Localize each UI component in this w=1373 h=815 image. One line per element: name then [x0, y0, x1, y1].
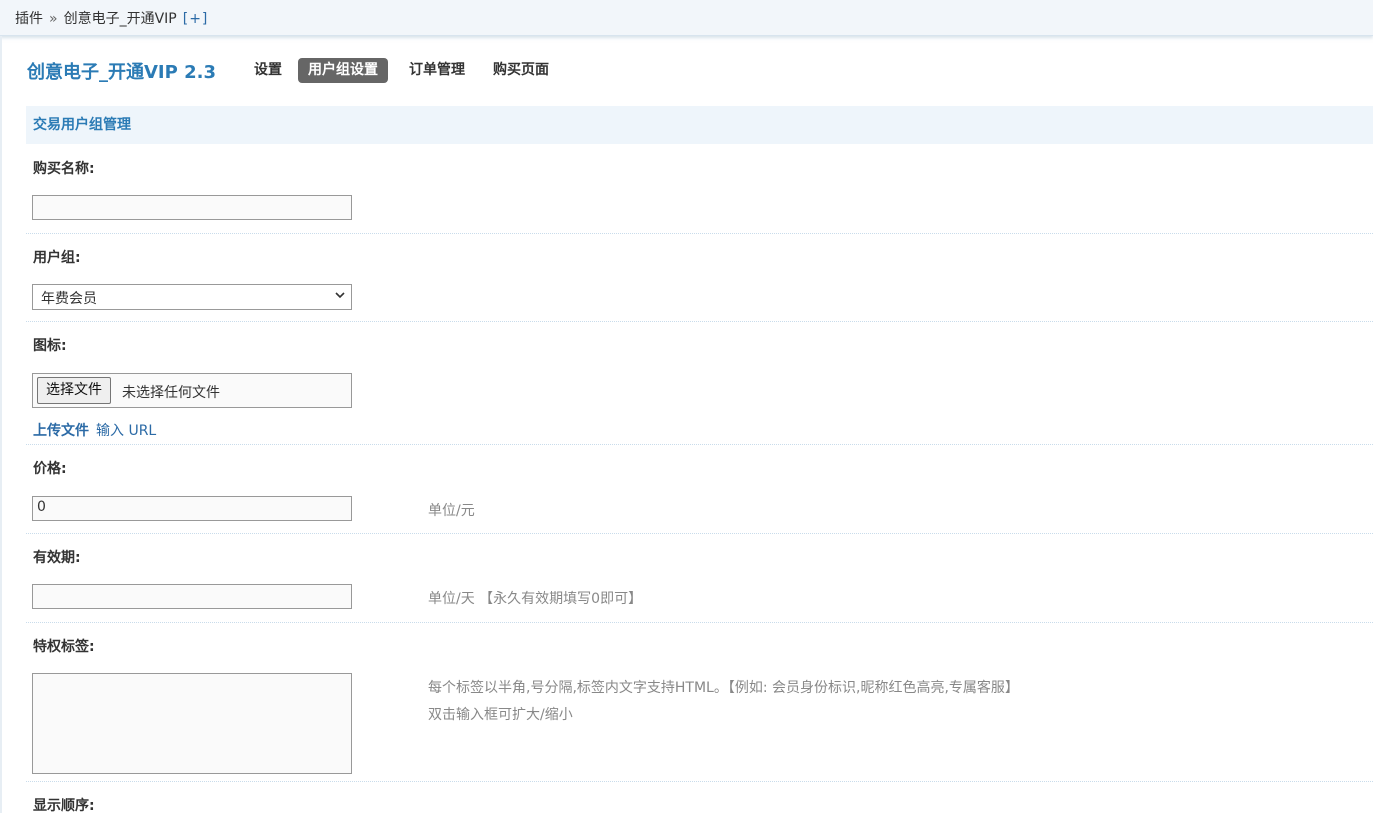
tab-settings[interactable]: 设置 — [244, 58, 292, 83]
plugin-title: 创意电子_开通VIP 2.3 — [27, 62, 216, 83]
input-url-link[interactable]: 输入 URL — [96, 423, 156, 439]
chevron-down-icon — [335, 292, 345, 299]
section-title: 交易用户组管理 — [33, 117, 131, 133]
price-input[interactable]: 0 — [32, 496, 352, 521]
tags-label: 特权标签: — [33, 639, 95, 655]
add-shortcut-link[interactable]: [+] — [183, 11, 209, 27]
validity-label: 有效期: — [33, 550, 81, 566]
usergroup-selected-value: 年费会员 — [41, 291, 97, 307]
upload-file-link[interactable]: 上传文件 — [33, 423, 89, 439]
price-tip: 单位/元 — [428, 503, 475, 519]
row-divider — [26, 533, 1373, 534]
left-frame-border — [0, 36, 2, 813]
tags-textarea[interactable] — [32, 673, 352, 774]
file-status: 未选择任何文件 — [122, 385, 220, 401]
row-divider — [26, 233, 1373, 234]
tab-usergroup-settings[interactable]: 用户组设置 — [298, 58, 388, 83]
usergroup-select[interactable]: 年费会员 — [32, 284, 352, 310]
breadcrumb-root[interactable]: 插件 — [15, 11, 43, 27]
row-divider — [26, 622, 1373, 623]
breadcrumb-separator: » — [49, 11, 58, 27]
section-header: 交易用户组管理 — [26, 106, 1373, 144]
row-divider — [26, 321, 1373, 322]
tags-resize-tip: 双击输入框可扩大/缩小 — [428, 707, 573, 723]
row-divider — [26, 444, 1373, 445]
icon-label: 图标: — [33, 338, 67, 354]
choose-file-button[interactable]: 选择文件 — [37, 377, 111, 404]
icon-source-links: 上传文件 输入 URL — [33, 420, 156, 440]
tags-tip: 每个标签以半角,号分隔,标签内文字支持HTML。【例如: 会员身份标识,昵称红色… — [428, 680, 1019, 696]
name-label: 购买名称: — [33, 161, 95, 177]
tab-order-management[interactable]: 订单管理 — [399, 58, 475, 83]
name-input[interactable] — [32, 195, 352, 220]
validity-tip: 单位/天 【永久有效期填写0即可】 — [428, 591, 643, 607]
row-divider — [26, 781, 1373, 782]
icon-file-input[interactable]: 选择文件 未选择任何文件 — [32, 373, 352, 408]
usergroup-label: 用户组: — [33, 250, 81, 266]
validity-input[interactable] — [32, 584, 352, 609]
top-breadcrumb-bar: 插件 » 创意电子_开通VIP [+] — [0, 0, 1373, 36]
breadcrumb: 插件 » 创意电子_开通VIP [+] — [15, 8, 208, 28]
display-order-label: 显示顺序: — [33, 798, 95, 814]
breadcrumb-current[interactable]: 创意电子_开通VIP — [64, 11, 177, 27]
price-label: 价格: — [33, 461, 67, 477]
tab-purchase-page[interactable]: 购买页面 — [483, 58, 559, 83]
